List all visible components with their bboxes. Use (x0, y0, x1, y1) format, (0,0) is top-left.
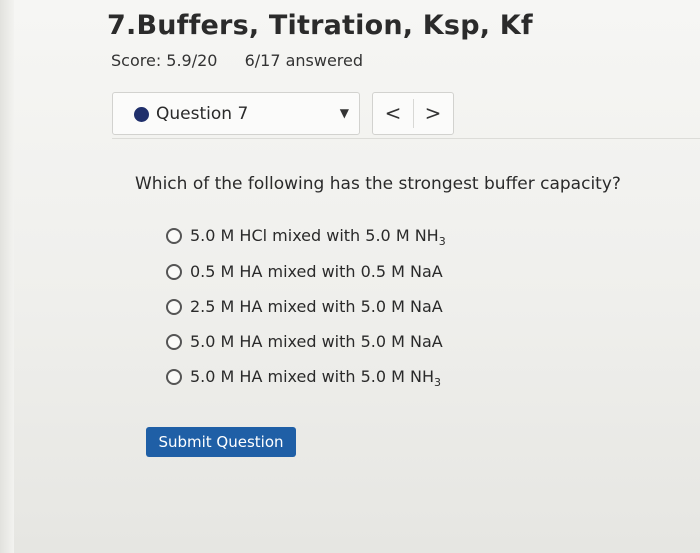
question-status-dot-icon (134, 107, 149, 122)
score-text: Score: 5.9/20 (111, 51, 218, 70)
answer-option-label: 5.0 M HCl mixed with 5.0 M NH3 (190, 226, 446, 248)
previous-question-button[interactable]: < (373, 93, 413, 134)
next-question-button[interactable]: > (413, 93, 453, 134)
submit-question-button[interactable]: Submit Question (146, 427, 296, 457)
radio-button[interactable] (166, 334, 182, 350)
question-selector-dropdown[interactable]: Question 7 ▼ (112, 92, 360, 135)
answered-count: 6/17 answered (244, 51, 364, 70)
answer-option-label: 2.5 M HA mixed with 5.0 M NaA (190, 297, 443, 316)
radio-button[interactable] (166, 299, 182, 315)
header-divider (112, 138, 700, 139)
question-prompt: Which of the following has the strongest… (135, 174, 621, 194)
answer-option-label: 5.0 M HA mixed with 5.0 M NH3 (190, 367, 442, 389)
radio-button[interactable] (166, 264, 182, 280)
question-nav: < > (372, 92, 454, 135)
assignment-title: 7.Buffers, Titration, Ksp, Kf (107, 10, 533, 41)
chevron-down-icon: ▼ (339, 106, 349, 120)
score-line: Score: 5.9/20 6/17 answered (111, 51, 363, 70)
page-edge (0, 0, 14, 553)
answer-option-label: 5.0 M HA mixed with 5.0 M NaA (190, 332, 443, 351)
question-selector-label: Question 7 (156, 104, 249, 124)
radio-button[interactable] (166, 228, 182, 244)
answer-option-label: 0.5 M HA mixed with 0.5 M NaA (190, 262, 443, 281)
radio-button[interactable] (166, 369, 182, 385)
